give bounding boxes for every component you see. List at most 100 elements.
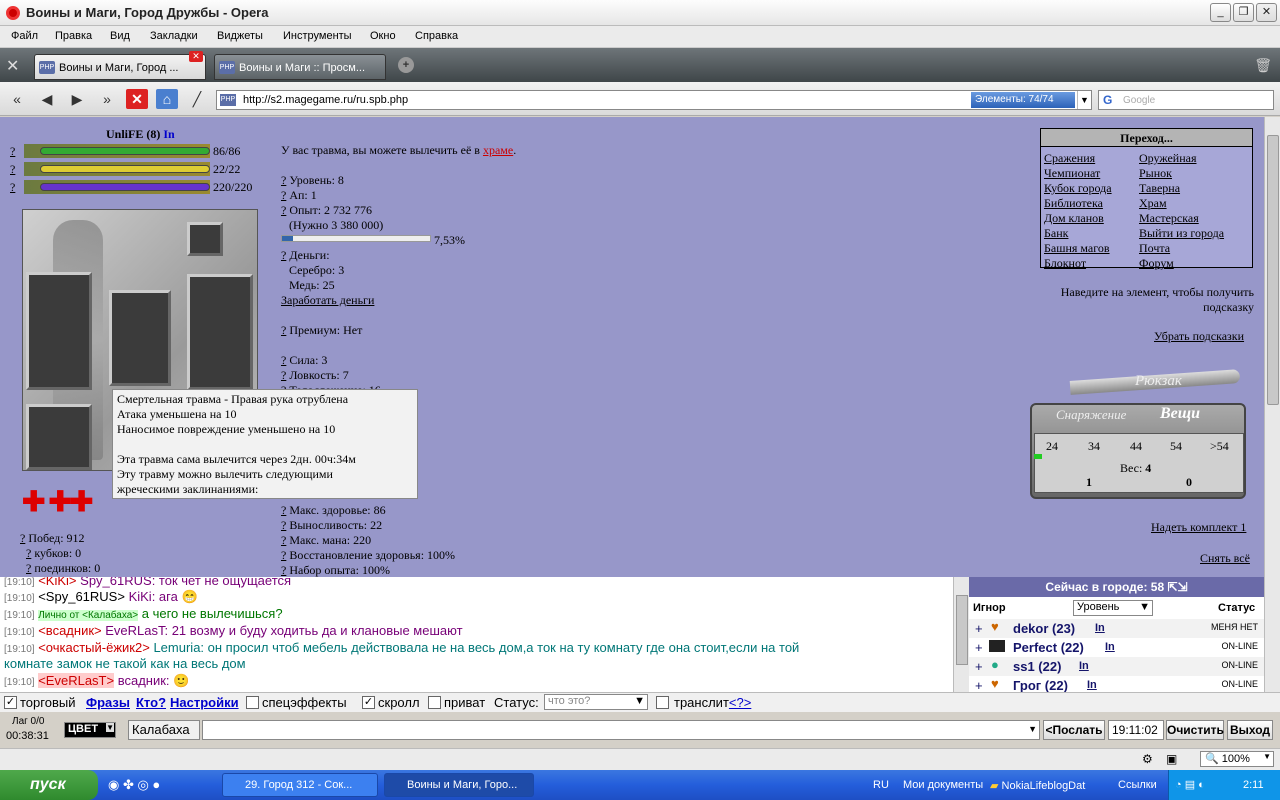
tab-1[interactable]: PHP Воины и Маги, Город ... ✕ [34,51,206,80]
online-user-row[interactable]: + Perfect (22) In ON-LINE [969,638,1264,657]
language-indicator[interactable]: RU [873,779,889,791]
rewind-icon[interactable]: « [6,89,28,109]
trade-checkbox[interactable]: ✓ [4,696,17,709]
nav-city-cup[interactable]: Кубок города [1044,181,1112,196]
nav-forum[interactable]: Форум [1139,256,1174,271]
xp-help[interactable]: ? [10,180,15,195]
helmet-slot[interactable] [187,222,223,256]
links-toolbar[interactable]: Ссылки [1118,779,1157,791]
equip-set-link[interactable]: Надеть комплект 1 [1151,520,1246,535]
tab-2[interactable]: PHP Воины и Маги :: Просм... [214,54,386,80]
nav-mail[interactable]: Почта [1139,241,1170,256]
menu-tools[interactable]: Инструменты [283,30,352,42]
online-user-row[interactable]: + ♥ dekor (23) In МЕНЯ НЕТ [969,619,1264,638]
nav-bank[interactable]: Банк [1044,226,1068,241]
start-button[interactable]: пуск [0,770,98,800]
phrases-link[interactable]: Фразы [86,695,130,710]
gloves-slot[interactable] [26,404,92,470]
trash-icon[interactable]: 🗑 [1254,57,1272,74]
who-link[interactable]: Кто? [136,695,166,710]
hp-help[interactable]: ? [10,144,15,159]
status-select[interactable]: что это? ▼ [544,694,648,710]
recipient-field[interactable]: Калабаха [128,720,200,740]
tray-icons[interactable]: ◔ ▤ ◐ [1175,778,1205,791]
injury-cross-icons[interactable]: ✚ ✚✚ [22,485,93,519]
menu-window[interactable]: Окно [370,30,396,42]
forward-icon[interactable]: ▶ [66,89,88,109]
nav-armory[interactable]: Оружейная [1139,151,1197,166]
close-tab-icon[interactable]: ✕ [189,51,203,62]
sort-select[interactable]: Уровень ▼ [1073,600,1153,616]
nav-notebook[interactable]: Блокнот [1044,256,1086,271]
taskbar-item-city[interactable]: 29. Город 312 - Сок... [222,773,378,797]
folder-shortcut[interactable]: ▰ NokiaLifeblogDat [990,779,1085,792]
clear-button[interactable]: Очистить [1166,720,1224,740]
nav-market[interactable]: Рынок [1139,166,1172,181]
message-input[interactable]: ▼ [202,720,1040,740]
minimize-button[interactable]: _ [1210,3,1231,22]
chat-scrollbar[interactable] [953,577,969,692]
user-in-link[interactable]: In [1079,660,1089,672]
scroll-checkbox[interactable]: ✓ [362,696,375,709]
user-in-link[interactable]: In [1087,679,1097,691]
armor-slot[interactable] [109,290,171,386]
online-scrollbar[interactable] [1264,577,1280,692]
private-checkbox[interactable] [428,696,441,709]
nav-workshop[interactable]: Мастерская [1139,211,1199,226]
search-field[interactable]: G Google [1098,90,1274,110]
remove-hints-link[interactable]: Убрать подсказки [1154,329,1244,344]
back-icon[interactable]: ◀ [36,89,58,109]
nav-temple[interactable]: Храм [1139,196,1167,211]
nav-clan-house[interactable]: Дом кланов [1044,211,1104,226]
expand-icon[interactable]: ⇱⇲ [1167,580,1187,594]
maximize-button[interactable]: ❐ [1233,3,1254,22]
edit-icon[interactable]: ╱ [186,89,208,109]
nav-mage-tower[interactable]: Башня магов [1044,241,1110,256]
user-in-link[interactable]: In [1095,622,1105,634]
page-scrollbar[interactable] [1264,117,1280,577]
menu-file[interactable]: Файл [11,30,38,42]
user-in-link[interactable]: In [1105,641,1115,653]
fast-forward-icon[interactable]: » [96,89,118,109]
address-field[interactable]: PHP http://s2.magegame.ru/ru.spb.php Эле… [216,90,1092,110]
nav-library[interactable]: Библиотека [1044,196,1103,211]
menu-widgets[interactable]: Виджеты [217,30,263,42]
earn-money-link[interactable]: Заработать деньги [281,293,374,308]
home-icon[interactable]: ⌂ [156,89,178,109]
menu-help[interactable]: Справка [415,30,458,42]
menu-bookmarks[interactable]: Закладки [150,30,198,42]
nav-battles[interactable]: Сражения [1044,151,1095,166]
settings-link[interactable]: Настройки [170,695,239,710]
zoom-select[interactable]: 🔍 100% ▼ [1200,751,1274,767]
menu-view[interactable]: Вид [110,30,130,42]
translit-checkbox[interactable] [656,696,669,709]
menu-edit[interactable]: Правка [55,30,92,42]
nav-tavern[interactable]: Таверна [1139,181,1180,196]
quicklaunch-icons[interactable]: ◉ ✤ ◎ ● [108,777,160,793]
nav-exit-city[interactable]: Выйти из города [1139,226,1224,241]
stop-icon[interactable]: ✕ [126,89,148,109]
right-hand-slot[interactable] [26,272,92,390]
traffic-icon[interactable]: ⚙ [1142,752,1153,766]
my-documents[interactable]: Мои документы [903,779,983,791]
nav-championship[interactable]: Чемпионат [1044,166,1100,181]
camera-icon[interactable]: ▣ [1166,752,1177,766]
exit-button[interactable]: Выход [1227,720,1273,740]
remove-all-link[interactable]: Снять всё [1200,551,1250,566]
color-select[interactable]: ЦВЕТ ▼ [64,722,116,738]
temple-link[interactable]: храме [483,143,513,157]
send-button[interactable]: <Послать [1043,720,1105,740]
equipment-tab[interactable]: Снаряжение [1056,407,1126,423]
chevron-down-icon[interactable]: ▼ [1077,91,1091,109]
url-text[interactable]: http://s2.magegame.ru/ru.spb.php [243,94,408,106]
new-tab-icon[interactable]: + [398,57,414,73]
taskbar-item-opera[interactable]: Воины и Маги, Горо... [384,773,534,797]
tools-icon[interactable]: ✕ [6,56,19,76]
backpack-label[interactable]: Рюкзак [1135,373,1182,390]
scrollbar-thumb[interactable] [1267,135,1279,405]
online-user-row[interactable]: + ● ss1 (22) In ON-LINE [969,657,1264,676]
effects-checkbox[interactable] [246,696,259,709]
close-window-button[interactable]: ✕ [1256,3,1277,22]
left-hand-slot[interactable] [187,274,253,390]
items-tab[interactable]: Вещи [1160,405,1200,423]
